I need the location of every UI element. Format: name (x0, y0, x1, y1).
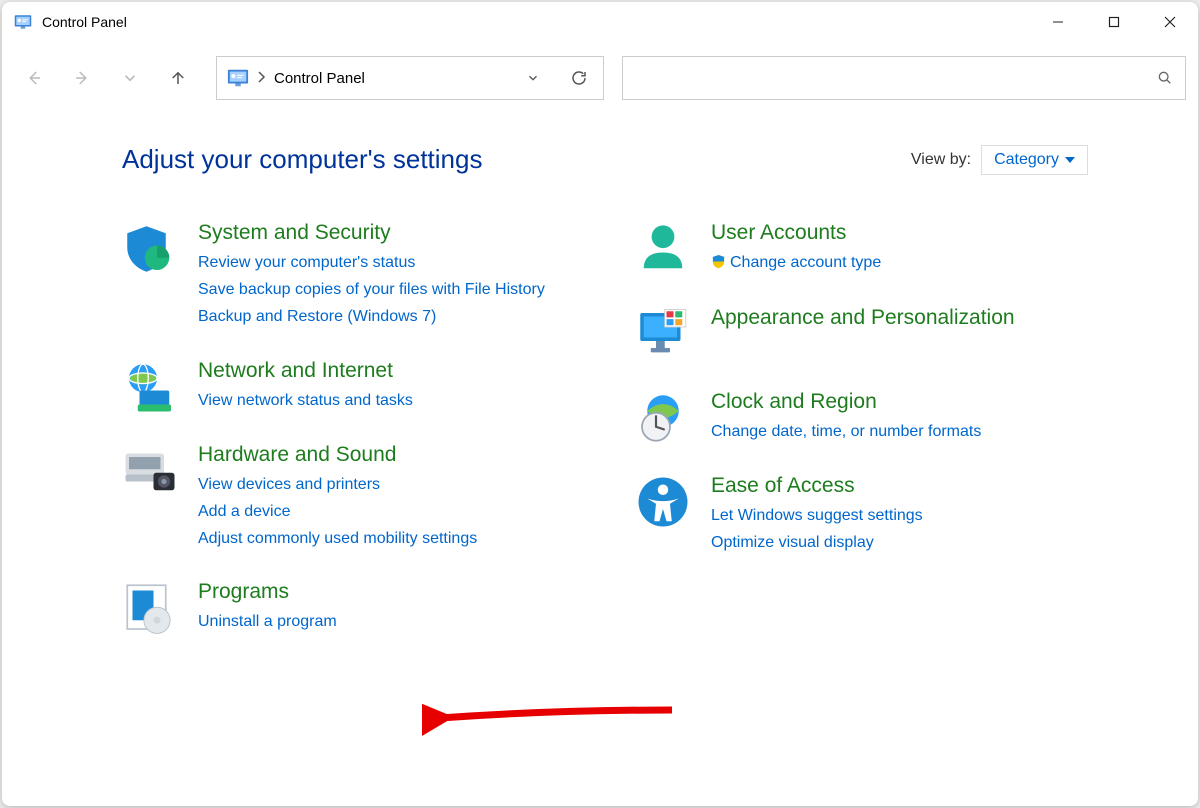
up-button[interactable] (158, 58, 198, 98)
sublink[interactable]: Uninstall a program (198, 608, 575, 635)
refresh-button[interactable] (561, 60, 597, 96)
sublink[interactable]: Change account type (711, 249, 1088, 278)
recent-locations-button[interactable] (110, 58, 150, 98)
category-ease-of-access: Ease of Access Let Windows suggest settin… (635, 474, 1088, 556)
uac-shield-icon (711, 251, 726, 278)
appearance-icon (635, 306, 691, 362)
sublink[interactable]: Review your computer's status (198, 249, 575, 276)
sublink[interactable]: View network status and tasks (198, 387, 575, 414)
content: Adjust your computer's settings View by:… (2, 114, 1198, 806)
category-programs: Programs Uninstall a program (122, 580, 575, 636)
address-bar[interactable]: Control Panel (216, 56, 604, 100)
view-by: View by: Category (911, 145, 1088, 175)
window: Control Panel (2, 2, 1198, 806)
category-appearance-and-personalization: Appearance and Personalization (635, 306, 1088, 362)
sublink[interactable]: Optimize visual display (711, 529, 1088, 556)
programs-icon (122, 580, 178, 636)
page-title: Adjust your computer's settings (122, 144, 482, 175)
search-icon[interactable] (1145, 70, 1185, 86)
view-by-label: View by: (911, 151, 971, 169)
sublink[interactable]: Backup and Restore (Windows 7) (198, 303, 575, 330)
category-body: Network and Internet View network status … (198, 359, 575, 415)
view-by-dropdown[interactable]: Category (981, 145, 1088, 175)
sublink[interactable]: Adjust commonly used mobility settings (198, 525, 575, 552)
sublink[interactable]: Save backup copies of your files with Fi… (198, 276, 575, 303)
category-title[interactable]: Programs (198, 580, 575, 604)
toolbar: Control Panel (2, 42, 1198, 114)
hardware-icon (122, 443, 178, 499)
category-body: User Accounts Change account type (711, 221, 1088, 278)
forward-button[interactable] (62, 58, 102, 98)
category-title[interactable]: Network and Internet (198, 359, 575, 383)
maximize-button[interactable] (1086, 2, 1142, 42)
category-title[interactable]: Ease of Access (711, 474, 1088, 498)
minimize-button[interactable] (1030, 2, 1086, 42)
clock-icon (635, 390, 691, 446)
category-body: Clock and Region Change date, time, or nu… (711, 390, 1088, 446)
sublink[interactable]: Change date, time, or number formats (711, 418, 1088, 445)
search-bar[interactable] (622, 56, 1186, 100)
category-body: System and Security Review your computer'… (198, 221, 575, 331)
category-title[interactable]: User Accounts (711, 221, 1088, 245)
category-body: Appearance and Personalization (711, 306, 1088, 362)
category-title[interactable]: Appearance and Personalization (711, 306, 1088, 330)
category-hardware-and-sound: Hardware and Sound View devices and print… (122, 443, 575, 553)
category-body: Programs Uninstall a program (198, 580, 575, 636)
sublink[interactable]: View devices and printers (198, 471, 575, 498)
category-system-and-security: System and Security Review your computer'… (122, 221, 575, 331)
control-panel-icon (14, 13, 32, 31)
back-button[interactable] (14, 58, 54, 98)
category-clock-and-region: Clock and Region Change date, time, or nu… (635, 390, 1088, 446)
security-icon (122, 221, 178, 277)
category-network-and-internet: Network and Internet View network status … (122, 359, 575, 415)
categories-column-left: System and Security Review your computer'… (122, 221, 575, 664)
chevron-right-icon (257, 70, 266, 86)
network-icon (122, 359, 178, 415)
category-user-accounts: User Accounts Change account type (635, 221, 1088, 278)
close-button[interactable] (1142, 2, 1198, 42)
categories-column-right: User Accounts Change account type Appearan… (635, 221, 1088, 664)
sublink[interactable]: Add a device (198, 498, 575, 525)
users-icon (635, 221, 691, 277)
search-input[interactable] (623, 70, 1145, 87)
window-title: Control Panel (42, 14, 127, 30)
breadcrumb[interactable]: Control Panel (274, 70, 365, 87)
ease-icon (635, 474, 691, 530)
category-body: Hardware and Sound View devices and print… (198, 443, 575, 553)
view-by-value: Category (994, 151, 1059, 169)
category-title[interactable]: System and Security (198, 221, 575, 245)
titlebar: Control Panel (2, 2, 1198, 42)
category-title[interactable]: Clock and Region (711, 390, 1088, 414)
control-panel-icon (227, 67, 249, 89)
address-dropdown-button[interactable] (515, 60, 551, 96)
category-title[interactable]: Hardware and Sound (198, 443, 575, 467)
sublink[interactable]: Let Windows suggest settings (711, 502, 1088, 529)
category-body: Ease of Access Let Windows suggest settin… (711, 474, 1088, 556)
